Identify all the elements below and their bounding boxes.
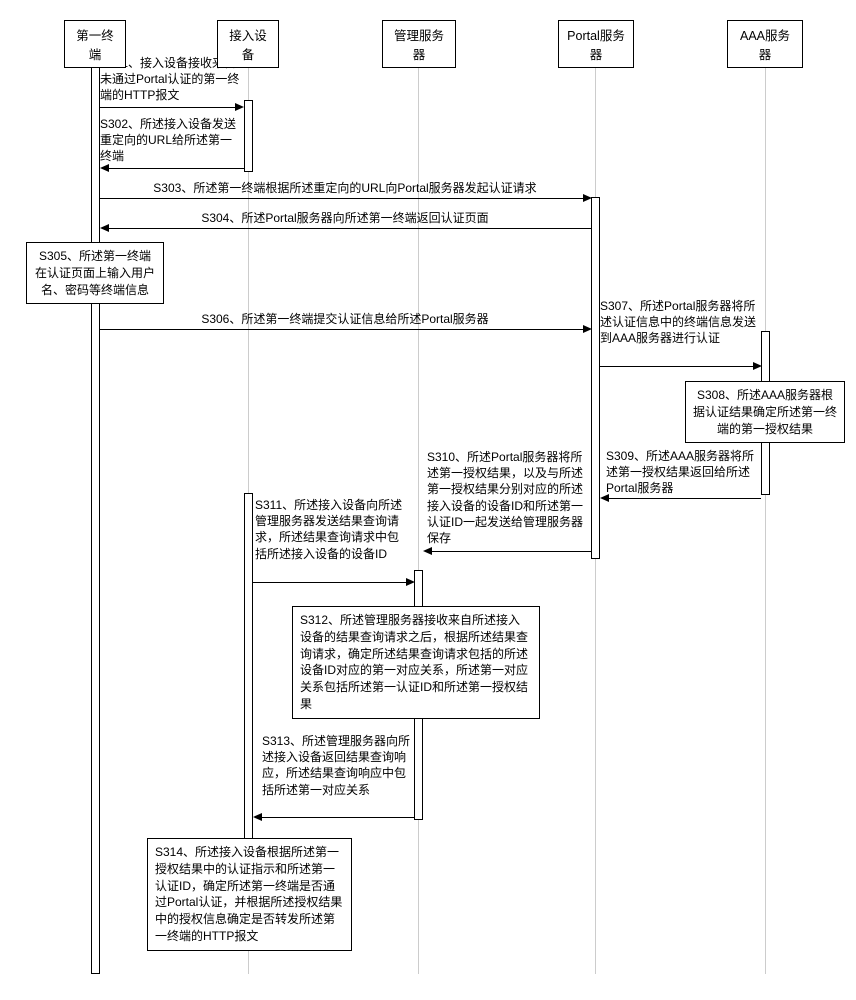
msg-s301-arrow: [100, 107, 235, 108]
msg-s307-arrow: [600, 366, 753, 367]
activation-p2-a: [244, 100, 253, 172]
msg-s313-arrow: [262, 817, 414, 818]
participant-access-device: 接入设备: [217, 20, 279, 68]
msg-s303-label: S303、所述第一终端根据所述重定向的URL向Portal服务器发起认证请求: [100, 180, 590, 196]
msg-s311-label: S311、所述接入设备向所述管理服务器发送结果查询请求，所述结果查询请求中包括所…: [255, 497, 410, 562]
lifeline-p5: [765, 44, 766, 974]
activation-p4: [591, 197, 600, 559]
msg-s310-arrow: [432, 551, 591, 552]
msg-s304-arrow: [109, 228, 592, 229]
participant-aaa-server: AAA服务器: [727, 20, 803, 68]
msg-s304-label: S304、所述Portal服务器向所述第一终端返回认证页面: [100, 210, 590, 226]
msg-s306-label: S306、所述第一终端提交认证信息给所述Portal服务器: [100, 311, 590, 327]
participant-management-server: 管理服务器: [382, 20, 456, 68]
arrow-head-icon: [253, 813, 262, 821]
note-s314: S314、所述接入设备根据所述第一授权结果中的认证指示和所述第一认证ID，确定所…: [147, 838, 352, 951]
msg-s303-arrow: [100, 198, 583, 199]
msg-s307-label: S307、所述Portal服务器将所述认证信息中的终端信息发送到AAA服务器进行…: [600, 298, 760, 347]
activation-p1: [91, 54, 100, 974]
note-s312: S312、所述管理服务器接收来自所述接入设备的结果查询请求之后，根据所述结果查询…: [292, 606, 540, 719]
arrow-head-icon: [423, 547, 432, 555]
msg-s306-arrow: [100, 329, 583, 330]
participant-portal-server: Portal服务器: [558, 20, 634, 68]
msg-s302-label: S302、所述接入设备发送重定向的URL给所述第一终端: [100, 116, 243, 165]
msg-s313-label: S313、所述管理服务器向所述接入设备返回结果查询响应，所述结果查询响应中包括所…: [262, 733, 414, 798]
note-s308: S308、所述AAA服务器根据认证结果确定所述第一终端的第一授权结果: [685, 381, 845, 443]
note-s305: S305、所述第一终端在认证页面上输入用户名、密码等终端信息: [26, 242, 164, 304]
msg-s310-label: S310、所述Portal服务器将所述第一授权结果，以及与所述第一授权结果分别对…: [427, 449, 587, 546]
arrow-head-icon: [235, 103, 244, 111]
arrow-head-icon: [100, 164, 109, 172]
participant-first-terminal: 第一终端: [64, 20, 126, 68]
msg-s309-label: S309、所述AAA服务器将所述第一授权结果返回给所述Portal服务器: [606, 448, 756, 497]
msg-s309-arrow: [609, 498, 761, 499]
msg-s311-arrow: [253, 582, 406, 583]
msg-s302-arrow: [109, 168, 244, 169]
